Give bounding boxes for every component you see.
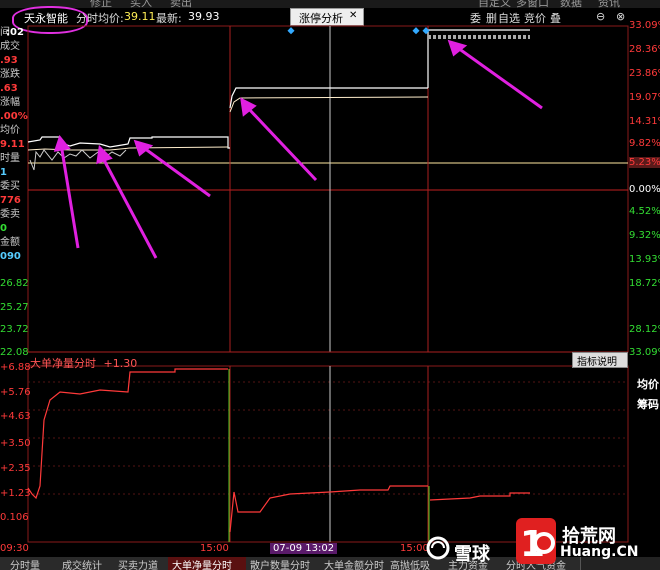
indicator-help-label: 指标说明 <box>577 357 617 368</box>
tab-retail-count[interactable]: 散户数量分时 <box>246 557 323 570</box>
pct-axis-label: 33.09% <box>629 347 660 358</box>
tab-large-order-net[interactable]: 大单净量分时 <box>168 557 247 570</box>
pct-axis-label: 9.32% <box>629 230 660 241</box>
intraday-chart[interactable] <box>0 0 660 570</box>
cursor-time-label: 07-09 13:02 <box>270 543 338 554</box>
tab-label: 散户数量分时 <box>250 561 310 570</box>
pct-axis-label: 9.82% <box>629 138 660 149</box>
tab-large-order-amount[interactable]: 大单金额分时 <box>322 557 389 570</box>
time-label: 15:00 <box>200 543 229 554</box>
tab-label: 分时量 <box>10 561 40 570</box>
pct-axis-label: 4.52% <box>629 206 660 217</box>
side-panel-item[interactable]: 筹码 <box>637 396 659 412</box>
pct-axis-label: 13.93% <box>629 254 660 265</box>
indicator-value: +1.30 <box>103 357 138 370</box>
side-panel-item[interactable]: 均价 <box>637 376 659 392</box>
pct-axis-label: 28.36% <box>629 44 660 55</box>
indicator-axis-label: +6.88 <box>0 362 31 373</box>
net-volume-line-day2 <box>229 485 428 533</box>
watermark-snowball: 雪球 <box>454 544 490 565</box>
indicator-axis-label: +2.35 <box>0 463 31 474</box>
tab-label: 买卖力道 <box>118 561 158 570</box>
time-label: 09:30 <box>0 543 29 554</box>
pct-axis-label: 0.00% <box>629 184 660 195</box>
tab-trade-stats[interactable]: 成交统计 <box>52 557 111 570</box>
event-marker <box>412 27 420 35</box>
pct-axis-label: 14.31% <box>629 116 660 127</box>
indicator-axis-label: +1.23 <box>0 488 31 499</box>
pct-axis-label: 28.12% <box>629 324 660 335</box>
pct-axis-label: 23.86% <box>629 68 660 79</box>
watermark-url: Huang.CN <box>560 544 639 560</box>
annotation-arrows <box>53 39 543 259</box>
indicator-help-button[interactable]: 指标说明 <box>572 352 628 368</box>
pct-axis-label: 33.09% <box>629 20 660 31</box>
tab-label: 大单金额分时 <box>324 561 384 570</box>
tab-label: 成交统计 <box>62 561 102 570</box>
net-volume-line <box>27 368 228 500</box>
tab-volume[interactable]: 分时量 <box>0 557 53 570</box>
pct-axis-label: 19.07% <box>629 92 660 103</box>
watermark: 1 雪球 拾荒网 Huang.CN <box>420 510 660 570</box>
indicator-axis-label: +3.50 <box>0 438 31 449</box>
svg-text:1: 1 <box>520 524 545 565</box>
price-noise <box>29 149 127 171</box>
indicator-title[interactable]: 大单净量分时 +1.30 <box>30 355 137 371</box>
tab-label: 大单净量分时 <box>172 561 232 570</box>
indicator-name: 大单净量分时 <box>30 357 96 370</box>
event-marker <box>287 27 295 35</box>
pct-axis-label: 5.23% <box>629 157 660 168</box>
pct-axis-label: 18.72% <box>629 278 660 289</box>
tab-buy-sell-force[interactable]: 买卖力道 <box>110 557 169 570</box>
indicator-axis-label: 0.106 <box>0 512 29 523</box>
indicator-axis-label: +4.63 <box>0 411 31 422</box>
avg-line-day2 <box>229 96 429 113</box>
indicator-axis-label: +5.76 <box>0 387 31 398</box>
